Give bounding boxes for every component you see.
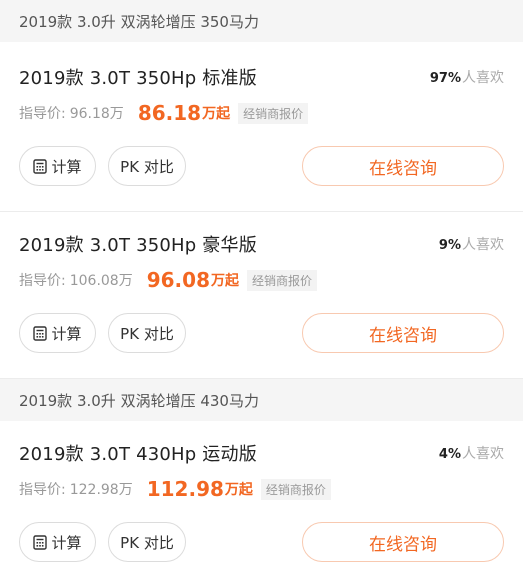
section-header: 2019款 3.0升 双涡轮增压 350马力 xyxy=(0,0,523,42)
calculator-icon xyxy=(33,534,48,550)
like-rating: 4% 人喜欢 xyxy=(439,443,504,463)
calculate-button[interactable]: 计算 xyxy=(19,522,96,562)
guide-price-label: 指导价: xyxy=(19,106,66,122)
calculate-label: 计算 xyxy=(51,533,82,552)
dealer-price-tag: 经销商报价 xyxy=(260,478,331,500)
dealer-price-tag: 经销商报价 xyxy=(246,269,317,291)
like-label: 人喜欢 xyxy=(462,446,504,462)
like-percent: 97% xyxy=(429,71,461,86)
online-consult-button[interactable]: 在线咨询 xyxy=(302,313,504,353)
like-label: 人喜欢 xyxy=(462,237,504,253)
online-consult-button[interactable]: 在线咨询 xyxy=(302,146,504,186)
guide-price-label: 指导价: xyxy=(19,273,66,289)
trim-card: 2019款 3.0T 350Hp 豪华版 9% 人喜欢 指导价: 106.08万… xyxy=(0,212,523,379)
trim-name[interactable]: 2019款 3.0T 430Hp 运动版 xyxy=(19,440,257,466)
trim-card: 2019款 3.0T 350Hp 标准版 97% 人喜欢 指导价: 96.18万… xyxy=(0,42,523,212)
like-rating: 9% 人喜欢 xyxy=(439,234,504,254)
calculate-button[interactable]: 计算 xyxy=(19,313,96,353)
dealer-price-unit: 万起 xyxy=(210,273,239,289)
dealer-price: 86.18 xyxy=(137,101,202,125)
pk-compare-button[interactable]: PK 对比 xyxy=(108,146,186,186)
calculator-icon xyxy=(33,325,48,341)
dealer-price-unit: 万起 xyxy=(224,482,253,498)
dealer-price: 96.08 xyxy=(146,268,210,292)
trim-name[interactable]: 2019款 3.0T 350Hp 豪华版 xyxy=(19,231,257,257)
dealer-price-tag: 经销商报价 xyxy=(238,102,309,124)
calculator-icon xyxy=(33,158,48,174)
trim-name[interactable]: 2019款 3.0T 350Hp 标准版 xyxy=(19,64,257,90)
pk-compare-button[interactable]: PK 对比 xyxy=(108,522,186,562)
trim-card: 2019款 3.0T 430Hp 运动版 4% 人喜欢 指导价: 122.98万… xyxy=(0,421,523,581)
like-percent: 4% xyxy=(438,447,461,462)
calculate-label: 计算 xyxy=(51,157,82,176)
dealer-price: 112.98 xyxy=(146,477,224,501)
calculate-label: 计算 xyxy=(51,324,82,343)
guide-price: 122.98万 xyxy=(69,482,133,498)
section-header: 2019款 3.0升 双涡轮增压 430马力 xyxy=(0,379,523,421)
calculate-button[interactable]: 计算 xyxy=(19,146,96,186)
online-consult-button[interactable]: 在线咨询 xyxy=(302,522,504,562)
guide-price: 96.18万 xyxy=(69,106,124,122)
dealer-price-unit: 万起 xyxy=(202,106,231,122)
guide-price-label: 指导价: xyxy=(19,482,66,498)
like-label: 人喜欢 xyxy=(462,70,504,86)
guide-price: 106.08万 xyxy=(69,273,133,289)
like-percent: 9% xyxy=(438,238,461,253)
pk-compare-button[interactable]: PK 对比 xyxy=(108,313,186,353)
like-rating: 97% 人喜欢 xyxy=(430,67,504,87)
